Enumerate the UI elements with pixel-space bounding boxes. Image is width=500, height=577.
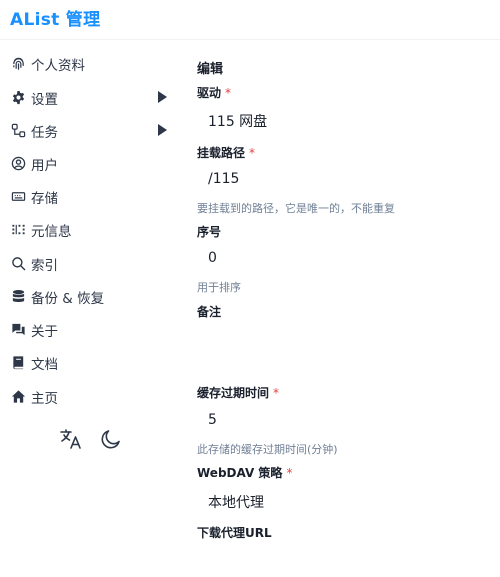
- download-proxy-url-label: 下载代理URL: [197, 526, 272, 540]
- download-proxy-url-input[interactable]: [197, 542, 487, 572]
- required-mark: *: [225, 86, 232, 100]
- sidebar-item-settings[interactable]: 设置: [0, 81, 175, 113]
- chat-icon: [10, 321, 26, 337]
- database-icon: [10, 288, 26, 304]
- sidebar-item-backup-restore[interactable]: 备份 & 恢复: [0, 280, 175, 312]
- sidebar-item-tasks[interactable]: 任务: [0, 114, 175, 146]
- required-mark: *: [286, 466, 293, 480]
- moon-icon[interactable]: [98, 426, 124, 452]
- sidebar-tools: [58, 426, 138, 452]
- sidebar-item-index[interactable]: 索引: [0, 247, 175, 279]
- fingerprint-icon: [10, 55, 26, 71]
- cache-expiration-value: 5: [208, 412, 217, 428]
- app-title[interactable]: AList 管理: [10, 5, 100, 30]
- sidebar-item-label: 关于: [31, 324, 58, 340]
- webdav-policy-label: WebDAV 策略 *: [197, 466, 293, 480]
- order-help: 用于排序: [197, 281, 241, 294]
- sidebar-item-metadata[interactable]: 元信息: [0, 213, 175, 245]
- order-label: 序号: [197, 225, 222, 239]
- sidebar-item-label: 备份 & 恢复: [31, 291, 105, 307]
- required-mark: *: [249, 146, 256, 160]
- search-icon: [10, 255, 26, 271]
- sidebar-item-label: 个人资料: [31, 58, 85, 74]
- sidebar-item-label: 存储: [31, 191, 58, 207]
- sidebar-item-label: 元信息: [31, 224, 72, 240]
- chevron-right-icon: [158, 124, 167, 136]
- sidebar-item-label: 文档: [31, 357, 58, 373]
- driver-value: 115 网盘: [208, 114, 268, 130]
- cache-expiration-input[interactable]: [197, 403, 487, 435]
- driver-label: 驱动 *: [197, 86, 232, 100]
- chevron-right-icon: [158, 91, 167, 103]
- mount-path-input[interactable]: [197, 162, 487, 194]
- home-icon: [10, 388, 26, 404]
- cache-expiration-help: 此存储的缓存过期时间(分钟): [197, 443, 338, 456]
- order-value: 0: [208, 250, 217, 266]
- sidebar-item-about[interactable]: 关于: [0, 313, 175, 345]
- webdav-policy-value: 本地代理: [208, 495, 264, 511]
- storage-icon: [10, 188, 26, 204]
- sidebar-item-docs[interactable]: 文档: [0, 346, 175, 378]
- form-title: 编辑: [197, 62, 224, 77]
- sidebar-item-users[interactable]: 用户: [0, 147, 175, 179]
- user-icon: [10, 155, 26, 171]
- mount-path-value: /115: [208, 171, 240, 187]
- cache-expiration-label: 缓存过期时间 *: [197, 386, 280, 400]
- metadata-icon: [10, 221, 26, 237]
- gear-icon: [10, 89, 26, 105]
- sidebar-item-label: 设置: [31, 92, 58, 108]
- sidebar-item-profile[interactable]: 个人资料: [0, 47, 175, 79]
- sidebar-item-label: 索引: [31, 258, 58, 274]
- required-mark: *: [273, 386, 280, 400]
- remark-textarea[interactable]: [197, 320, 487, 380]
- mount-path-label: 挂载路径 *: [197, 146, 256, 160]
- remark-label: 备注: [197, 305, 222, 319]
- order-input[interactable]: [197, 241, 487, 273]
- book-icon: [10, 354, 26, 370]
- sidebar-item-label: 用户: [31, 158, 58, 174]
- language-icon[interactable]: [58, 426, 84, 452]
- app-header: AList 管理: [0, 0, 500, 40]
- mount-path-help: 要挂载到的路径，它是唯一的，不能重复: [197, 202, 395, 215]
- sidebar-item-storage[interactable]: 存储: [0, 180, 175, 212]
- sidebar-item-label: 任务: [31, 125, 58, 141]
- sidebar-item-label: 主页: [31, 391, 58, 407]
- sidebar-item-home[interactable]: 主页: [0, 380, 175, 412]
- tasks-icon: [10, 122, 26, 138]
